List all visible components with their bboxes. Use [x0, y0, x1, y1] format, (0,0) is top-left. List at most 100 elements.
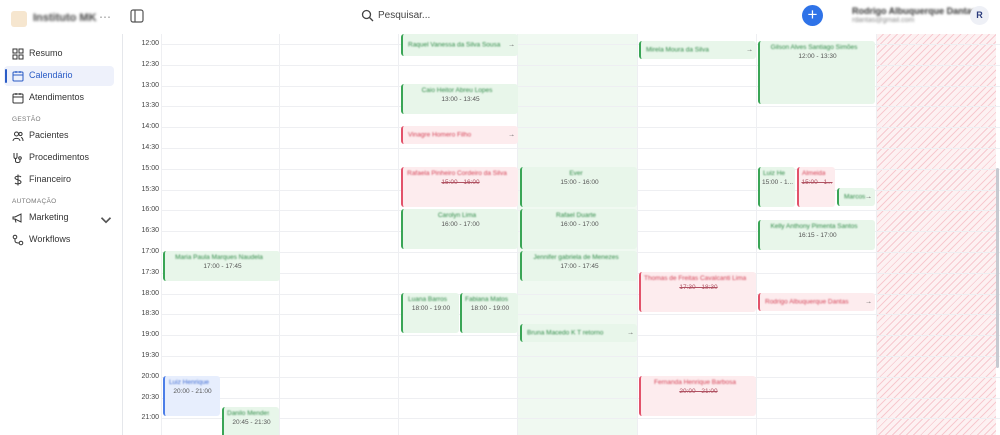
appointment-event[interactable]: Kelly Anthony Pimenta Santos 16:15 - 17:0… [758, 220, 875, 250]
time-label: 16:30 [141, 227, 159, 235]
time-label: 18:00 [141, 289, 159, 297]
event-patient-name: Almeida [802, 170, 825, 177]
appointment-event[interactable]: Vinagre Homero Filho → [401, 126, 518, 144]
more-icon[interactable]: ⋯ [99, 10, 111, 24]
time-label: 15:00 [141, 164, 159, 172]
section-title-gestao: GESTÃO [12, 116, 41, 123]
appointment-event[interactable]: Bruna Macedo K T retorno → [520, 324, 637, 342]
time-grid-line [161, 397, 1000, 399]
sidebar-item-label: Financeiro [29, 174, 72, 184]
appointment-event[interactable]: Thomas de Freitas Cavalcanti Lima 17:30 -… [639, 272, 756, 312]
event-time: 18:00 - 19:00 [470, 305, 510, 312]
sidebar-item-procedimentos[interactable]: Procedimentos [4, 148, 114, 168]
day-column[interactable] [161, 34, 279, 435]
sidebar-item-marketing[interactable]: Marketing [4, 208, 114, 228]
scrollbar[interactable] [995, 34, 1000, 435]
sidebar-item-calendario[interactable]: Calendário [4, 66, 114, 86]
appointment-event[interactable]: Danilo Mendes 20:45 - 21:30 [222, 407, 279, 435]
user-name: Rodrigo Albuquerque Dantas [852, 6, 977, 16]
brand-logo [11, 11, 27, 27]
event-patient-name: Fabiana Matos [465, 296, 508, 303]
time-grid-line [161, 418, 1000, 420]
appointment-event[interactable]: Gilson Alves Santiago Simões 12:00 - 13:3… [758, 41, 875, 104]
chevron-down-icon[interactable] [100, 214, 112, 226]
search-input[interactable] [378, 7, 578, 23]
time-label: 19:30 [141, 352, 159, 359]
event-patient-name: Luiz Henrique [763, 170, 785, 177]
users-icon [12, 131, 24, 142]
time-label: 17:30 [141, 268, 159, 276]
event-time: 15:00 - 1... [801, 179, 833, 186]
stethoscope-icon [13, 153, 22, 163]
event-patient-name: Jennifer gabriela de Menezes [533, 254, 619, 261]
sidebar-toggle-icon[interactable] [130, 9, 144, 23]
event-patient-name: Luana Barros [407, 296, 448, 303]
appointment-event[interactable]: Caio Heitor Abreu Lopes 13:00 - 13:45 [401, 84, 518, 114]
time-label: 15:30 [141, 185, 159, 193]
appointment-event[interactable]: Carolyn Lima 16:00 - 17:00 [401, 209, 518, 249]
time-label: 12:00 [141, 40, 159, 47]
calendar-icon [12, 71, 24, 82]
sidebar-item-atendimentos[interactable]: Atendimentos [4, 88, 114, 108]
sidebar-item-label: Pacientes [29, 130, 69, 140]
time-grid-line [161, 148, 1000, 149]
add-button[interactable]: + [802, 5, 823, 26]
time-label: 13:30 [141, 102, 159, 110]
appointment-event[interactable]: Mirela Moura da Silva → [639, 41, 756, 59]
time-grid-line [161, 106, 1000, 108]
sidebar-item-label: Calendário [29, 70, 73, 80]
appointment-event[interactable]: Luiz Henrique 15:00 - 1... [758, 167, 795, 207]
arrow-right-icon: → [508, 131, 515, 139]
appointment-event[interactable]: Rodrigo Albuquerque Dantas → [758, 293, 875, 311]
sidebar-item-workflows[interactable]: Workflows [4, 230, 114, 250]
sidebar-item-pacientes[interactable]: Pacientes [4, 126, 114, 146]
sidebar-item-resumo[interactable]: Resumo [4, 44, 114, 64]
search-icon [361, 9, 374, 22]
sidebar: Resumo Calendário Atendimentos GESTÃO Pa… [0, 34, 122, 435]
event-patient-name: Caio Heitor Abreu Lopes [421, 87, 493, 94]
time-grid-line [161, 127, 1000, 129]
sidebar-item-label: Workflows [29, 234, 71, 244]
event-time: 17:00 - 17:45 [560, 263, 599, 270]
dashboard-icon [12, 48, 24, 60]
time-grid-line [161, 356, 1000, 357]
day-column[interactable] [637, 34, 756, 435]
appointment-event[interactable]: Fabiana Matos 18:00 - 19:00 [460, 293, 518, 333]
appointment-event[interactable]: Luiz Henrique 20:00 - 21:00 [163, 376, 220, 416]
appointment-event[interactable]: Maria Paula Marques Naudela 17:00 - 17:45 [163, 251, 280, 281]
appointment-event[interactable]: Ever 15:00 - 16:00 [520, 167, 637, 207]
arrow-right-icon: → [508, 41, 515, 49]
event-time: 17:30 - 18:30 [679, 284, 718, 291]
appointment-event[interactable]: Rafaela Pinheiro Cordeiro da Silva 15:00 … [401, 167, 518, 207]
day-column[interactable] [279, 34, 398, 435]
time-label: 16:00 [141, 206, 159, 214]
event-patient-name: Vinagre Homero Filho [408, 131, 472, 139]
day-column-blocked [876, 34, 996, 435]
appointment-event[interactable]: Almeida 15:00 - 1... [797, 167, 835, 207]
appointment-event[interactable]: Raquel Vanessa da Silva Sousa → [401, 34, 518, 56]
appointment-event[interactable]: Luana Barros 18:00 - 19:00 [401, 293, 459, 333]
calendar-week-view: 12:00 12:30 13:00 13:30 14:00 14:30 15:00 15:30… [122, 34, 1000, 435]
appointment-event[interactable]: Fernanda Henrique Barbosa 20:00 - 21:00 [639, 376, 756, 416]
sidebar-item-label: Marketing [29, 212, 69, 222]
event-time: 15:00 - 1... [762, 179, 793, 186]
event-time: 16:00 - 17:00 [441, 221, 480, 228]
time-label: 17:00 [141, 248, 159, 255]
time-label: 12:30 [141, 60, 159, 68]
event-patient-name: Maria Paula Marques Naudela [175, 254, 263, 261]
time-label: 20:30 [141, 393, 159, 401]
event-time: 20:45 - 21:30 [232, 419, 271, 426]
appointment-event[interactable]: Marcos → [837, 188, 875, 206]
event-time: 16:15 - 17:00 [798, 232, 837, 239]
event-patient-name: Rodrigo Albuquerque Dantas [765, 298, 849, 306]
event-patient-name: Luiz Henrique [168, 379, 210, 386]
appointment-event[interactable]: Rafael Duarte 16:00 - 17:00 [520, 209, 637, 249]
time-grid-line [161, 314, 1000, 316]
avatar[interactable]: R [970, 6, 989, 25]
appointment-event[interactable]: Jennifer gabriela de Menezes 17:00 - 17:4… [520, 251, 637, 281]
time-label: 21:00 [141, 414, 159, 422]
sidebar-item-financeiro[interactable]: Financeiro [4, 170, 114, 190]
scrollbar-thumb[interactable] [996, 168, 999, 368]
event-patient-name: Raquel Vanessa da Silva Sousa [408, 41, 501, 49]
event-patient-name: Gilson Alves Santiago Simões [770, 44, 858, 51]
